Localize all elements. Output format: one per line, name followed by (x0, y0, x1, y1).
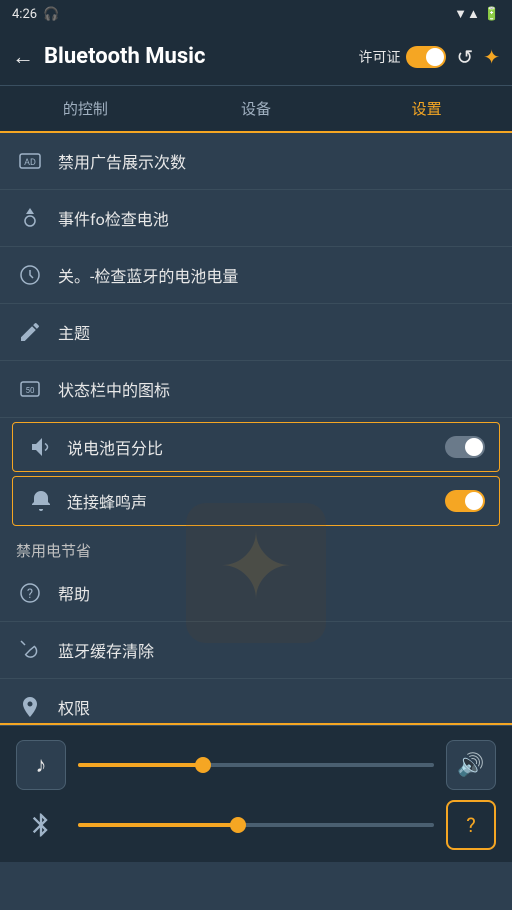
svg-text:?: ? (27, 587, 33, 602)
bluetooth-row: ? (16, 800, 496, 850)
settings-item-theme[interactable]: 主题 (0, 304, 512, 361)
settings-list: AD 禁用广告展示次数 事件fo检查电池 关。-检查蓝牙的电池电量 主题 50 (0, 133, 512, 723)
bluetooth-icon[interactable]: ✦ (483, 45, 500, 69)
bluetooth-player-icon (16, 800, 66, 850)
theme-label: 主题 (58, 320, 496, 344)
main-content: ✦ AD 禁用广告展示次数 事件fo检查电池 关。-检查蓝牙的电池电量 (0, 133, 512, 723)
settings-item-battery-check[interactable]: 事件fo检查电池 (0, 190, 512, 247)
settings-item-bt-battery[interactable]: 关。-检查蓝牙的电池电量 (0, 247, 512, 304)
wrench-icon (16, 636, 44, 664)
bt-cache-label: 蓝牙缓存清除 (58, 638, 496, 662)
volume-button[interactable]: 🔊 (446, 740, 496, 790)
volume-thumb[interactable] (195, 757, 211, 773)
bt-battery-label: 关。-检查蓝牙的电池电量 (58, 263, 496, 287)
help-icon: ? (16, 579, 44, 607)
location-icon (16, 693, 44, 721)
ads-icon: AD (16, 147, 44, 175)
settings-item-statusbar[interactable]: 50 状态栏中的图标 (0, 361, 512, 418)
status-left: 4:26 🎧 (12, 7, 59, 22)
toggle-item-battery-percent[interactable]: 说电池百分比 (12, 422, 500, 472)
help-label: 帮助 (58, 581, 496, 605)
theme-icon (16, 318, 44, 346)
license-section: 许可证 (358, 46, 446, 68)
status-right: ▼▲ 🔋 (454, 6, 500, 22)
bt-fill (78, 823, 238, 827)
top-bar-actions: 许可证 ↺ ✦ (358, 45, 500, 69)
battery-check-icon (16, 204, 44, 232)
tabs-bar: 的控制 设备 设置 (0, 86, 512, 133)
music-note-icon: ♪ (36, 752, 47, 778)
settings-item-permissions[interactable]: 权限 (0, 679, 512, 723)
tab-devices[interactable]: 设备 (171, 86, 342, 131)
music-note-button[interactable]: ♪ (16, 740, 66, 790)
connect-beep-label: 连接蜂鸣声 (67, 489, 433, 513)
settings-item-help[interactable]: ? 帮助 (0, 565, 512, 622)
clock-icon (16, 261, 44, 289)
battery-saving-heading: 禁用电节省 (0, 530, 512, 565)
bt-slider[interactable] (78, 823, 434, 827)
svg-text:50: 50 (26, 386, 35, 395)
statusbar-icon: 50 (16, 375, 44, 403)
connect-beep-toggle[interactable] (445, 490, 485, 512)
speaker-icon (27, 433, 55, 461)
bell-icon (27, 487, 55, 515)
permissions-label: 权限 (58, 695, 496, 719)
svg-text:AD: AD (24, 158, 36, 168)
top-bar: ← Bluetooth Music 许可证 ↺ ✦ (0, 28, 512, 86)
battery-check-label: 事件fo检查电池 (58, 206, 496, 230)
settings-item-bt-cache[interactable]: 蓝牙缓存清除 (0, 622, 512, 679)
headphone-icon: 🎧 (43, 7, 59, 22)
back-button[interactable]: ← (12, 44, 34, 70)
battery-percent-label: 说电池百分比 (67, 435, 433, 459)
bottom-player: ♪ 🔊 ? (0, 725, 512, 862)
bt-thumb[interactable] (230, 817, 246, 833)
settings-item-ads[interactable]: AD 禁用广告展示次数 (0, 133, 512, 190)
battery-percent-toggle[interactable] (445, 436, 485, 458)
battery-icon: 🔋 (484, 7, 500, 22)
tab-settings[interactable]: 设置 (341, 86, 512, 131)
app-title: Bluetooth Music (44, 44, 348, 69)
license-toggle[interactable] (406, 46, 446, 68)
toggle-item-connect-beep[interactable]: 连接蜂鸣声 (12, 476, 500, 526)
ads-label: 禁用广告展示次数 (58, 149, 496, 173)
status-bar: 4:26 🎧 ▼▲ 🔋 (0, 0, 512, 28)
license-label: 许可证 (358, 47, 400, 67)
tab-controls[interactable]: 的控制 (0, 86, 171, 131)
statusbar-label: 状态栏中的图标 (58, 377, 496, 401)
help-circle-icon: ? (466, 813, 475, 837)
volume-icon: 🔊 (457, 753, 484, 778)
refresh-icon[interactable]: ↺ (456, 45, 473, 69)
volume-fill (78, 763, 203, 767)
volume-slider[interactable] (78, 763, 434, 767)
status-time: 4:26 (12, 7, 37, 22)
wifi-icon: ▼▲ (454, 6, 480, 22)
help-button[interactable]: ? (446, 800, 496, 850)
volume-row: ♪ 🔊 (16, 740, 496, 790)
